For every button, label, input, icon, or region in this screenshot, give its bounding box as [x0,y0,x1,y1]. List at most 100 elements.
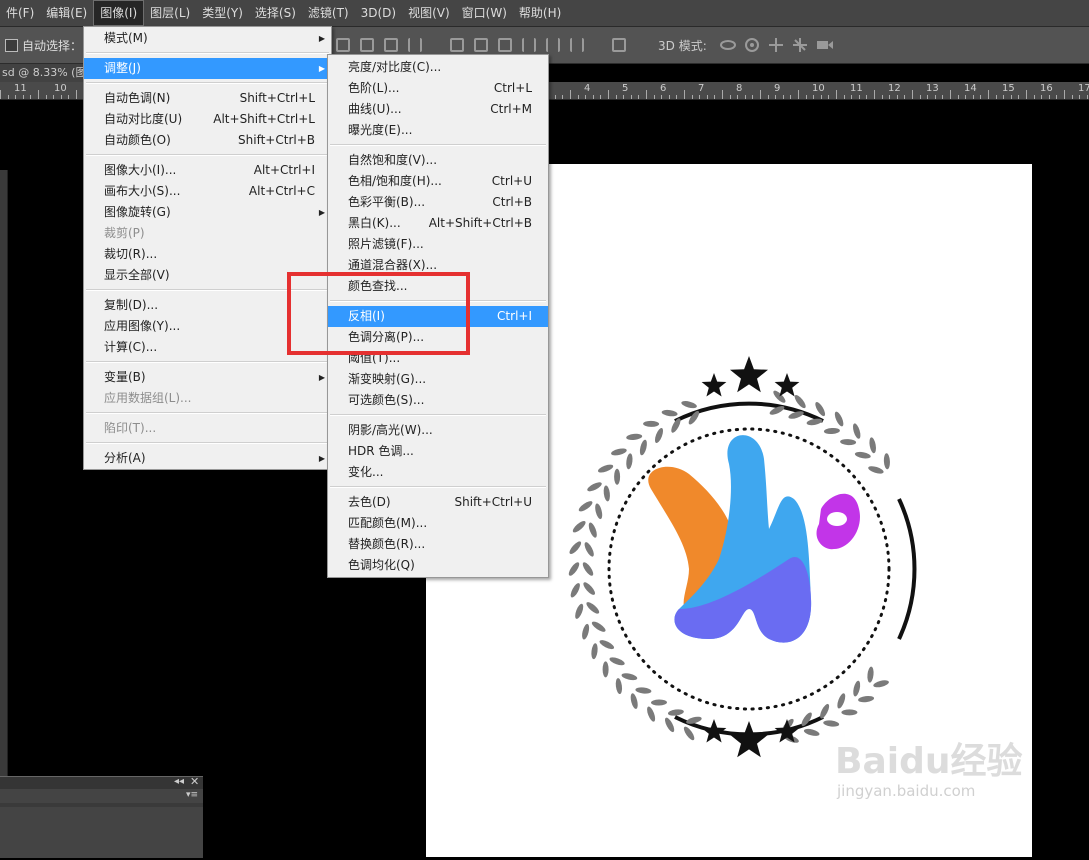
ruler-tick [30,95,31,99]
menu-item[interactable]: 色相/饱和度(H)... Ctrl+U [328,171,548,192]
menu-item-label: 自动色调(N) [104,91,171,105]
ruler-tick [654,95,655,99]
menu-item[interactable]: HDR 色调... [328,441,548,462]
distribute-left-icon[interactable] [522,38,536,52]
align-vcenter-icon[interactable] [360,38,374,52]
menu-item[interactable]: 自然饱和度(V)... [328,150,548,171]
menu-item[interactable]: 自动颜色(O) Shift+Ctrl+B [84,130,331,151]
ruler-tick [669,95,670,99]
document-tab[interactable]: sd @ 8.33% (图 [0,64,92,82]
laurel-leaf [854,451,871,459]
menubar-item[interactable]: 滤镜(T) [302,0,355,26]
3d-scale-icon[interactable] [816,37,834,53]
menubar-item[interactable]: 编辑(E) [40,0,93,26]
menubar-item[interactable]: 类型(Y) [196,0,249,26]
align-left-icon[interactable] [408,38,422,52]
laurel-leaf [651,699,667,706]
ruler-tick [904,95,905,99]
menubar-item[interactable]: 帮助(H) [513,0,567,26]
menu-item[interactable]: 画布大小(S)... Alt+Ctrl+C [84,181,331,202]
menu-item-label: 渐变映射(G)... [348,372,427,386]
laurel-leaf [609,657,625,666]
ruler-label: 13 [926,83,939,94]
menu-item[interactable]: 照片滤镜(F)... [328,234,548,255]
close-icon[interactable]: ✕ [190,775,199,788]
distribute-vcenter-icon[interactable] [474,38,488,52]
menu-item[interactable]: 裁切(R)... [84,244,331,265]
distribute-top-icon[interactable] [450,38,464,52]
panel-header [0,777,203,789]
ruler-tick [692,95,693,99]
menu-item[interactable]: 色阶(L)... Ctrl+L [328,78,548,99]
menu-item-label: 色彩平衡(B)... [348,195,426,209]
menu-item-shortcut: Shift+Ctrl+L [239,91,315,105]
menu-item[interactable]: 替换颜色(R)... [328,534,548,555]
3d-roll-icon[interactable] [744,37,760,53]
menubar-item[interactable]: 选择(S) [249,0,302,26]
menu-item-label: 裁切(R)... [104,247,158,261]
menubar-item[interactable]: 视图(V) [402,0,456,26]
3d-pan-icon[interactable] [768,37,784,53]
ruler-tick [684,90,685,99]
ruler-tick [608,90,609,99]
menu-item[interactable]: 阴影/高光(W)... [328,420,548,441]
menu-item[interactable]: 模式(M) ▶ [84,28,331,49]
laurel-leaf [575,603,584,619]
panel-menu-icon[interactable]: ▾≡ [186,790,198,800]
star-icon [701,373,727,397]
menu-item[interactable]: 图像大小(I)... Alt+Ctrl+I [84,160,331,181]
menu-item[interactable]: 调整(J) ▶ [84,58,331,79]
mode-3d-label: 3D 模式: [658,39,707,53]
menubar-item[interactable]: 图层(L) [144,0,196,26]
menu-item[interactable]: 黑白(K)... Alt+Shift+Ctrl+B [328,213,548,234]
align-top-icon[interactable] [336,38,350,52]
menu-item[interactable]: 色彩平衡(B)... Ctrl+B [328,192,548,213]
bottom-panel: ◂◂ ✕ ▾≡ [0,775,203,858]
menu-item[interactable]: 亮度/对比度(C)... [328,57,548,78]
laurel-leaf [621,673,638,681]
ruler-tick [882,95,883,99]
menu-item[interactable]: 变化... [328,462,548,483]
menu-item[interactable]: 曲线(U)... Ctrl+M [328,99,548,120]
menu-item[interactable]: 分析(A) ▶ [84,448,331,469]
menu-item-label: 画布大小(S)... [104,184,181,198]
menubar-item[interactable]: 图像(I) [93,0,145,26]
menu-item[interactable]: 去色(D) Shift+Ctrl+U [328,492,548,513]
3d-rotate-icon[interactable] [720,37,736,53]
logo-magenta-hole [827,512,847,526]
submenu-arrow-icon: ▶ [318,454,325,463]
laurel-leaf [823,720,840,727]
laurel-leaf [615,678,623,695]
menu-item[interactable]: 自动色调(N) Shift+Ctrl+L [84,88,331,109]
menu-item[interactable]: 自动对比度(U) Alt+Shift+Ctrl+L [84,109,331,130]
align-bottom-icon[interactable] [384,38,398,52]
ruler-tick [821,95,822,99]
distribute-right-icon[interactable] [570,38,584,52]
auto-align-icon[interactable] [612,38,626,52]
menu-item[interactable]: 变量(B) ▶ [84,367,331,388]
menu-item[interactable]: 可选颜色(S)... [328,390,548,411]
menu-item-label: 应用图像(Y)... [104,319,181,333]
menu-item[interactable]: 图像旋转(G) ▶ [84,202,331,223]
menu-item: 陷印(T)... [84,418,331,439]
menu-item[interactable]: 色调均化(Q) [328,555,548,576]
menu-item-label: 可选颜色(S)... [348,393,425,407]
ruler-tick [570,90,571,99]
collapse-icon[interactable]: ◂◂ [174,776,184,787]
menu-item[interactable]: 曝光度(E)... [328,120,548,141]
menu-item[interactable]: 匹配颜色(M)... [328,513,548,534]
menubar-item[interactable]: 件(F) [0,0,40,26]
menubar-item[interactable]: 窗口(W) [456,0,513,26]
menu-item-label: 计算(C)... [104,340,158,354]
menu-item-shortcut: Ctrl+B [492,195,532,209]
menu-item[interactable]: 渐变映射(G)... [328,369,548,390]
laurel-leaf [626,453,633,470]
menubar-item[interactable]: 3D(D) [355,0,402,26]
3d-slide-icon[interactable] [792,37,808,53]
laurel-leaf [853,680,861,697]
watermark-logo: Baidu经验 [835,741,1023,782]
distribute-bottom-icon[interactable] [498,38,512,52]
distribute-hcenter-icon[interactable] [546,38,560,52]
auto-select-checkbox[interactable] [5,39,18,52]
menu-item-label: 图像旋转(G) [104,205,171,219]
